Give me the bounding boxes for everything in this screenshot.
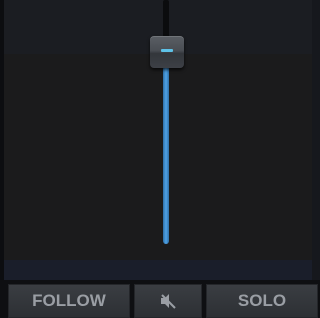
fader-area	[0, 54, 320, 260]
follow-button[interactable]: FOLLOW	[8, 284, 130, 318]
fader-level-fill	[163, 66, 169, 244]
speaker-muted-icon	[159, 292, 177, 310]
fader-track	[163, 0, 169, 40]
mixer-channel-panel: FOLLOW SOLO	[0, 0, 320, 318]
right-edge-divider	[312, 0, 320, 280]
mute-button[interactable]	[134, 284, 202, 318]
channel-footer-strip	[0, 260, 320, 280]
solo-button[interactable]: SOLO	[206, 284, 318, 318]
fader-knob-indicator	[161, 49, 173, 52]
channel-button-row: FOLLOW SOLO	[0, 280, 320, 318]
volume-fader-knob[interactable]	[150, 36, 184, 68]
left-edge-divider	[0, 0, 4, 280]
